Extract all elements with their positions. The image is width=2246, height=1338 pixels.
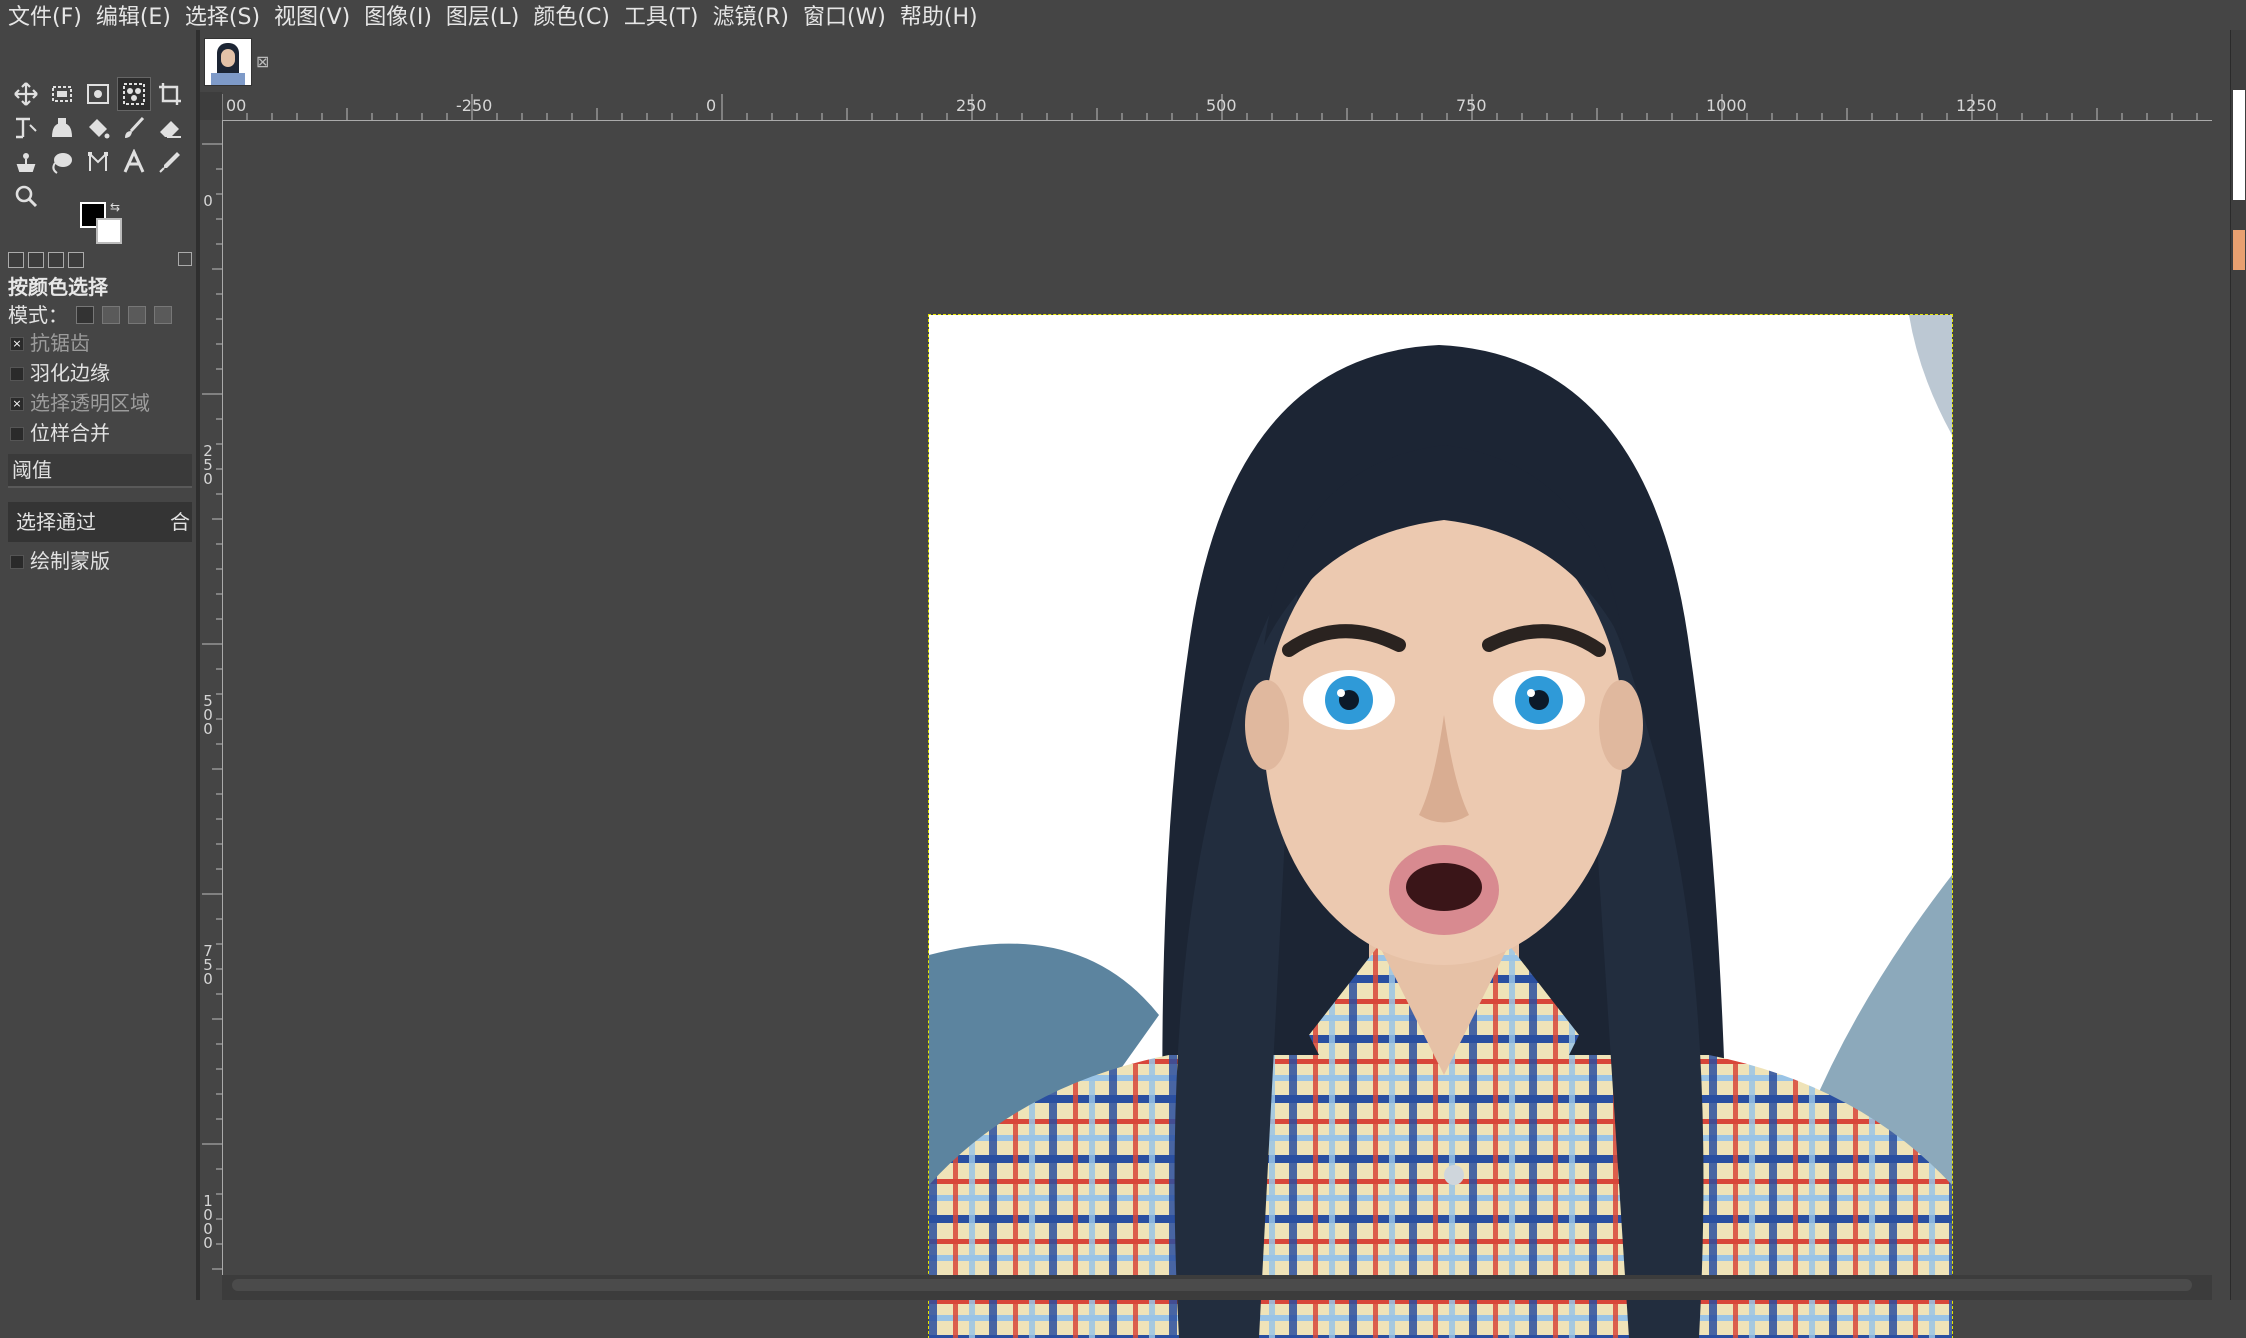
vruler-label: 0 xyxy=(203,192,213,210)
right-dock-panel[interactable] xyxy=(2233,90,2245,200)
horizontal-ruler[interactable]: 00 -250 0 250 500 750 1000 1250 xyxy=(222,92,2212,121)
paths-icon[interactable] xyxy=(82,146,114,178)
tool-options-panel: 按颜色选择 模式： × 抗锯齿 羽化边缘 × 选择透明区域 位样合并 阈值 选择通过… xyxy=(8,272,192,576)
menu-image[interactable]: 图像(I) xyxy=(356,0,438,31)
horizontal-scrollbar[interactable] xyxy=(222,1275,2212,1300)
vruler-label: 500 xyxy=(203,692,213,738)
feather-check-icon xyxy=(10,367,24,381)
select-by-color-icon[interactable] xyxy=(117,77,151,111)
warp-icon[interactable] xyxy=(46,112,78,144)
draw-mask-check-icon xyxy=(10,555,24,569)
select-by-value: 合 xyxy=(170,510,190,534)
antialias-label: 抗锯齿 xyxy=(30,331,90,355)
tool-options-title: 按颜色选择 xyxy=(8,275,108,299)
right-dock-edge xyxy=(2230,30,2246,1300)
text-icon[interactable] xyxy=(118,146,150,178)
menu-colors[interactable]: 颜色(C) xyxy=(525,0,616,31)
color-picker-icon[interactable] xyxy=(154,146,186,178)
mode-row: 模式： xyxy=(8,302,192,328)
crop-icon[interactable] xyxy=(154,78,186,110)
menu-bar: 文件(F) 编辑(E) 选择(S) 视图(V) 图像(I) 图层(L) 颜色(C… xyxy=(0,0,2246,30)
feather-label: 羽化边缘 xyxy=(30,361,110,385)
threshold-slider[interactable]: 阈值 xyxy=(8,454,192,488)
menu-view[interactable]: 视图(V) xyxy=(266,0,356,31)
mode-subtract-button[interactable] xyxy=(128,306,146,324)
tool-options-tab-icon[interactable] xyxy=(8,252,24,268)
menu-tools[interactable]: 工具(T) xyxy=(616,0,705,31)
select-transparent-label: 选择透明区域 xyxy=(30,391,150,415)
select-transparent-check-icon: × xyxy=(10,397,24,411)
move-tool-icon[interactable] xyxy=(10,78,42,110)
draw-mask-label: 绘制蒙版 xyxy=(30,549,110,573)
hruler-label: 1250 xyxy=(1956,96,1997,115)
menu-select[interactable]: 选择(S) xyxy=(177,0,266,31)
menu-filters[interactable]: 滤镜(R) xyxy=(705,0,795,31)
menu-windows[interactable]: 窗口(W) xyxy=(795,0,892,31)
hruler-label: 250 xyxy=(956,96,987,115)
vruler-label: 250 xyxy=(203,442,213,488)
mode-add-button[interactable] xyxy=(102,306,120,324)
images-tab-icon[interactable] xyxy=(68,252,84,268)
select-transparent-checkbox[interactable]: × 选择透明区域 xyxy=(8,388,192,418)
sample-merged-check-icon xyxy=(10,427,24,441)
hruler-label: 0 xyxy=(706,96,717,115)
toolbox: ⇆ 按颜色选择 模式： × 抗锯齿 羽化边缘 × 选择透明区域 位样合并 阈值 选择… xyxy=(0,30,200,1300)
background-color[interactable] xyxy=(96,218,122,244)
smudge-icon[interactable] xyxy=(46,146,78,178)
mode-label: 模式： xyxy=(8,303,68,327)
hruler-label: -250 xyxy=(456,96,493,115)
device-status-tab-icon[interactable] xyxy=(28,252,44,268)
portrait-image[interactable] xyxy=(928,314,1953,1338)
select-by-label: 选择通过 xyxy=(16,510,96,534)
hruler-label: 00 xyxy=(226,96,247,115)
eraser-icon[interactable] xyxy=(154,112,186,144)
align-tool-icon[interactable] xyxy=(82,78,114,110)
right-dock-swatch[interactable] xyxy=(2233,230,2245,270)
image-tab-thumbnail[interactable] xyxy=(204,38,252,86)
antialias-check-icon: × xyxy=(10,337,24,351)
close-tab-icon[interactable]: ⊠ xyxy=(256,52,269,71)
mode-intersect-button[interactable] xyxy=(154,306,172,324)
menu-edit[interactable]: 编辑(E) xyxy=(88,0,177,31)
transform-icon[interactable] xyxy=(10,112,42,144)
dock-tab-icons xyxy=(8,252,198,268)
draw-mask-checkbox[interactable]: 绘制蒙版 xyxy=(8,546,192,576)
image-tab-strip: ⊠ xyxy=(200,30,2230,92)
hruler-label: 750 xyxy=(1456,96,1487,115)
clone-icon[interactable] xyxy=(10,146,42,178)
hruler-label: 1000 xyxy=(1706,96,1747,115)
undo-history-tab-icon[interactable] xyxy=(48,252,64,268)
mode-replace-button[interactable] xyxy=(76,306,94,324)
tab-config-icon[interactable] xyxy=(178,252,192,266)
rect-select-icon[interactable] xyxy=(46,78,78,110)
swap-colors-icon[interactable]: ⇆ xyxy=(110,200,120,214)
feather-checkbox[interactable]: 羽化边缘 xyxy=(8,358,192,388)
canvas-area[interactable] xyxy=(223,121,2212,1338)
vertical-ruler[interactable]: 0 250 500 750 1000 xyxy=(200,120,223,1275)
zoom-icon[interactable] xyxy=(10,180,42,212)
paintbrush-icon[interactable] xyxy=(118,112,150,144)
bucket-fill-icon[interactable] xyxy=(82,112,114,144)
sample-merged-label: 位样合并 xyxy=(30,421,110,445)
scrollbar-thumb[interactable] xyxy=(232,1279,2192,1291)
menu-layer[interactable]: 图层(L) xyxy=(438,0,525,31)
vruler-label: 750 xyxy=(203,942,213,988)
hruler-label: 500 xyxy=(1206,96,1237,115)
select-by-dropdown[interactable]: 选择通过 合 xyxy=(8,502,192,542)
fg-bg-color-swatch[interactable]: ⇆ xyxy=(80,200,124,246)
menu-help[interactable]: 帮助(H) xyxy=(892,0,984,31)
menu-file[interactable]: 文件(F) xyxy=(0,0,88,31)
vruler-label: 1000 xyxy=(203,1192,213,1252)
antialias-checkbox[interactable]: × 抗锯齿 xyxy=(8,328,192,358)
sample-merged-checkbox[interactable]: 位样合并 xyxy=(8,418,192,448)
ruler-corner-icon[interactable] xyxy=(200,92,222,120)
